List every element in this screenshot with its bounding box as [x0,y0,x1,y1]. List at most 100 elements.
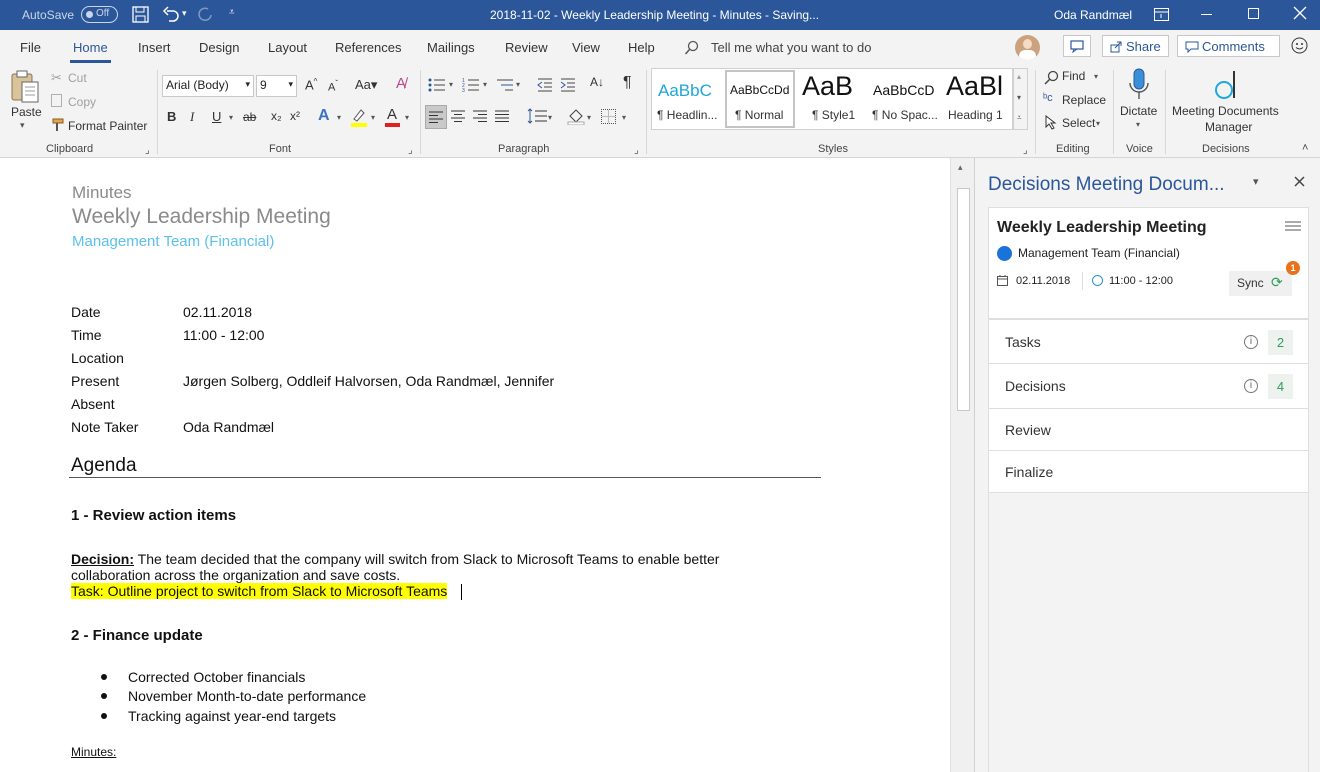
bullets-icon[interactable] [428,77,446,93]
tab-view[interactable]: View [572,40,600,55]
tell-me-search[interactable]: Tell me what you want to do [711,40,871,55]
bold-button[interactable]: B [167,109,176,124]
text-effects-icon[interactable]: A [318,107,330,125]
tab-layout[interactable]: Layout [268,40,307,55]
collapse-ribbon-icon[interactable]: ˄ [1302,142,1308,154]
meeting-documents-manager-button[interactable]: Meeting Documents [1172,104,1279,118]
grow-font-icon[interactable]: A^ [305,77,317,92]
align-left-button[interactable] [425,105,447,129]
tab-file[interactable]: File [20,40,41,55]
styles-more-icon[interactable]: ⩡ [1017,113,1022,123]
pane-options-icon[interactable]: ▾ [1253,175,1259,188]
numbering-dropdown-icon[interactable]: ▾ [483,80,487,89]
undo-icon[interactable] [162,6,180,23]
avatar[interactable] [1015,35,1040,60]
pane-close-icon[interactable] [1294,176,1305,187]
tab-design[interactable]: Design [199,40,239,55]
style-normal[interactable]: AaBbCcDd ¶ Normal [725,70,795,128]
style-no-spacing[interactable]: AaBbCcD ¶ No Spac... [868,69,940,129]
borders-dropdown-icon[interactable]: ▾ [622,113,626,122]
styles-down-icon[interactable]: ▾ [1017,93,1021,102]
styles-up-icon[interactable]: ▴ [1017,72,1021,81]
font-family-select[interactable]: Arial (Body) ▾ [162,75,254,97]
highlight-dropdown-icon[interactable]: ▾ [371,113,375,122]
styles-launcher-icon[interactable]: ⌟ [1023,145,1028,156]
justify-icon[interactable] [495,110,510,123]
paste-button[interactable]: Paste [11,105,42,119]
hamburger-menu-icon[interactable] [1285,221,1301,231]
paragraph-launcher-icon[interactable]: ⌟ [634,145,639,156]
pane-row-decisions[interactable]: Decisions i 4 [988,364,1309,409]
tab-home[interactable]: Home [73,40,108,55]
clipboard-launcher-icon[interactable]: ⌟ [145,145,150,156]
clear-formatting-icon[interactable]: A̸ [396,75,406,92]
tab-mailings[interactable]: Mailings [427,40,475,55]
tab-insert[interactable]: Insert [138,40,171,55]
underline-dropdown-icon[interactable]: ▾ [229,113,233,122]
line-spacing-dropdown-icon[interactable]: ▾ [548,113,552,122]
change-case-icon[interactable]: Aa▾ [355,77,377,93]
save-icon[interactable] [132,6,149,23]
undo-dropdown-icon[interactable]: ▾ [182,8,187,19]
align-center-icon[interactable] [451,110,466,123]
dictate-button[interactable]: Dictate [1120,104,1157,118]
copy-button[interactable]: Copy [68,95,96,109]
shading-dropdown-icon[interactable]: ▾ [587,113,591,122]
select-button[interactable]: Select [1062,116,1095,130]
decisions-logo-icon[interactable] [1214,69,1238,101]
minimize-icon[interactable] [1201,14,1212,15]
show-formatting-marks-icon[interactable]: ¶ [623,74,632,92]
decrease-indent-icon[interactable] [537,77,553,93]
tab-references[interactable]: References [335,40,401,55]
multilevel-dropdown-icon[interactable]: ▾ [516,80,520,89]
microphone-icon[interactable] [1127,68,1151,102]
cut-button[interactable]: Cut [68,71,87,85]
numbering-icon[interactable]: 123 [462,77,480,93]
document-scrollbar[interactable]: ▴ [950,158,974,772]
tab-review[interactable]: Review [505,40,548,55]
find-icon[interactable] [1044,70,1059,85]
line-spacing-icon[interactable] [527,108,549,124]
redo-icon[interactable] [196,6,214,23]
user-name[interactable]: Oda Randmæl [1054,8,1132,22]
pane-row-tasks[interactable]: Tasks i 2 [988,319,1309,364]
strikethrough-button[interactable]: ab [243,110,256,124]
bullets-dropdown-icon[interactable]: ▾ [449,80,453,89]
style-heading[interactable]: AaBbC ¶ Headlin... [652,69,722,129]
increase-indent-icon[interactable] [560,77,576,93]
shrink-font-icon[interactable]: Aˇ [328,79,338,94]
text-effects-dropdown-icon[interactable]: ▾ [337,113,341,122]
customize-toolbar-icon[interactable]: ⩡ [229,7,235,18]
replace-button[interactable]: Replace [1062,93,1106,107]
tab-help[interactable]: Help [628,40,655,55]
multilevel-list-icon[interactable] [496,77,514,93]
present-online-button[interactable] [1063,35,1091,57]
styles-scroll[interactable]: ▴ ▾ ⩡ [1013,68,1028,130]
ribbon-display-options-icon[interactable] [1154,8,1169,21]
document-canvas[interactable]: Minutes Weekly Leadership Meeting Manage… [0,158,932,772]
feedback-smiley-icon[interactable] [1291,37,1308,54]
dictate-dropdown-icon[interactable]: ▾ [1136,120,1140,129]
comments-button[interactable]: Comments [1177,35,1280,57]
borders-icon[interactable] [601,109,616,124]
pane-row-review[interactable]: Review [988,409,1309,451]
find-dropdown-icon[interactable]: ▾ [1094,72,1098,81]
align-right-icon[interactable] [473,110,488,123]
maximize-icon[interactable] [1248,8,1259,19]
find-button[interactable]: Find [1062,69,1085,83]
pane-row-finalize[interactable]: Finalize [988,451,1309,493]
sync-button[interactable]: Sync ⟳ [1229,271,1292,296]
style-heading1[interactable]: AaBl Heading 1 [941,69,1011,129]
subscript-button[interactable]: x₂ [271,109,282,123]
info-icon[interactable]: i [1244,379,1258,393]
superscript-button[interactable]: x² [290,109,300,123]
info-icon[interactable]: i [1244,335,1258,349]
select-dropdown-icon[interactable]: ▾ [1096,119,1100,128]
font-color-dropdown-icon[interactable]: ▾ [405,113,409,122]
paste-icon[interactable] [9,69,41,105]
close-icon[interactable] [1293,6,1307,20]
style-style1[interactable]: AaB ¶ Style1 [797,69,867,129]
autosave-toggle[interactable]: Off [81,6,118,23]
underline-button[interactable]: U [212,109,221,124]
scroll-up-icon[interactable]: ▴ [958,162,963,173]
